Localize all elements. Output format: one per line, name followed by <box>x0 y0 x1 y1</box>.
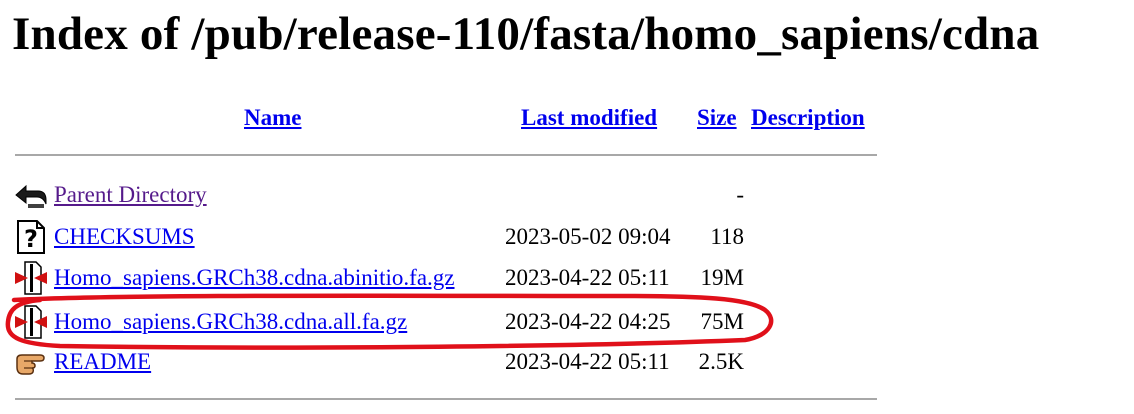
file-modified-date: 2023-04-22 05:11 <box>505 265 670 290</box>
file-link-cdna-all[interactable]: Homo_sapiens.GRCh38.cdna.all.fa.gz <box>54 307 407 337</box>
file-link-readme[interactable]: README <box>54 347 151 377</box>
file-link-abinitio[interactable]: Homo_sapiens.GRCh38.cdna.abinitio.fa.gz <box>54 263 455 293</box>
hand-pointing-icon <box>14 345 48 379</box>
column-header-name[interactable]: Name <box>244 103 301 133</box>
column-header-last-modified[interactable]: Last modified <box>521 103 657 133</box>
back-arrow-icon <box>14 178 48 212</box>
file-modified-date: 2023-04-22 04:25 <box>505 309 671 334</box>
footer-divider <box>15 398 877 400</box>
file-modified-date: 2023-04-22 05:11 <box>505 349 670 374</box>
page-title: Index of /pub/release-110/fasta/homo_sap… <box>12 8 1040 60</box>
compressed-file-icon <box>14 305 48 339</box>
file-link-parent-directory[interactable]: Parent Directory <box>54 180 207 210</box>
column-header-description[interactable]: Description <box>751 103 865 133</box>
file-size: 75M <box>700 309 744 334</box>
header-divider <box>15 154 877 156</box>
list-item: README 2023-04-22 05:11 2.5K <box>0 342 900 382</box>
file-size: - <box>736 182 744 207</box>
list-item: Parent Directory - <box>0 175 900 215</box>
file-size: 19M <box>700 265 744 290</box>
list-item: ? CHECKSUMS 2023-05-02 09:04 118 <box>0 217 900 257</box>
file-link-checksums[interactable]: CHECKSUMS <box>54 222 195 252</box>
unknown-file-icon: ? <box>14 220 48 254</box>
file-modified-date: 2023-05-02 09:04 <box>505 224 671 249</box>
svg-text:?: ? <box>24 225 38 253</box>
list-item: Homo_sapiens.GRCh38.cdna.all.fa.gz 2023-… <box>0 302 900 342</box>
list-item: Homo_sapiens.GRCh38.cdna.abinitio.fa.gz … <box>0 258 900 298</box>
file-size: 118 <box>710 224 744 249</box>
file-size: 2.5K <box>698 349 744 374</box>
column-header-size[interactable]: Size <box>697 103 737 133</box>
compressed-file-icon <box>14 261 48 295</box>
